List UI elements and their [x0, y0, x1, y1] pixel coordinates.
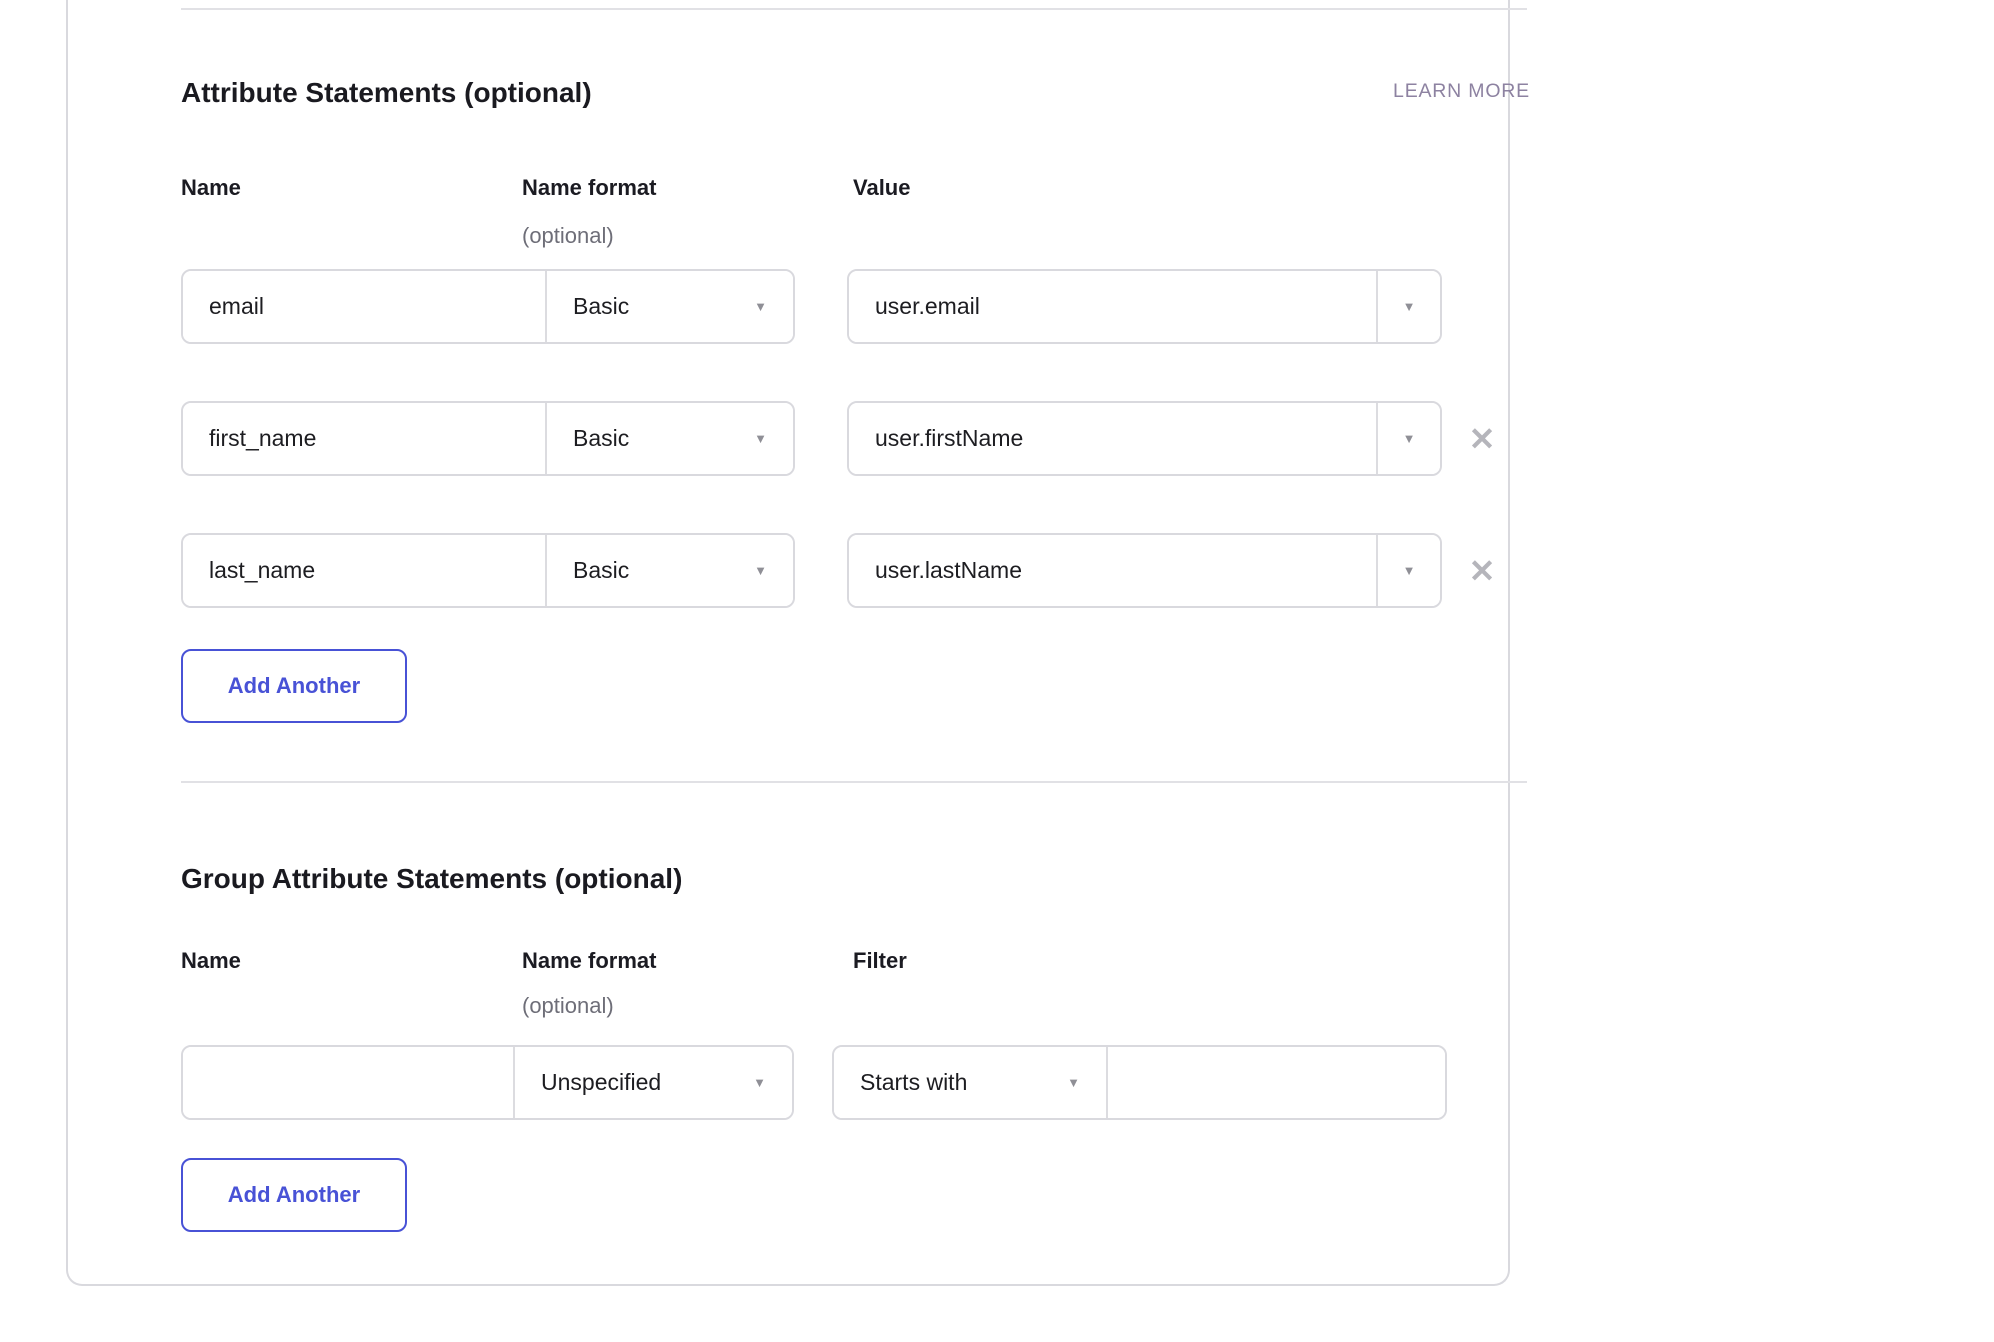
name-format-group: last_name Basic ▼ — [181, 533, 795, 608]
column-header-name: Name — [181, 174, 241, 202]
attribute-name-input[interactable]: email — [183, 271, 545, 342]
value-dropdown-toggle[interactable]: ▼ — [1376, 271, 1440, 342]
value-combobox: user.lastName ▼ — [847, 533, 1442, 608]
attribute-row: last_name Basic ▼ user.lastName ▼ ✕ — [68, 533, 1508, 608]
column-header-filter: Filter — [853, 947, 907, 975]
filter-value-input[interactable] — [1108, 1047, 1445, 1118]
group-attribute-row: Unspecified ▼ Starts with ▼ — [68, 1045, 1508, 1120]
column-header-name-format: Name format — [522, 174, 656, 202]
attribute-statements-title: Attribute Statements (optional) — [181, 76, 592, 110]
name-format-select[interactable]: Basic ▼ — [545, 271, 793, 342]
remove-row-button[interactable]: ✕ — [1460, 549, 1504, 593]
saml-settings-page: Attribute Statements (optional) LEARN MO… — [0, 0, 1994, 1342]
attribute-name-input[interactable]: first_name — [183, 403, 545, 474]
name-format-select[interactable]: Basic ▼ — [545, 535, 793, 606]
group-name-format-group: Unspecified ▼ — [181, 1045, 794, 1120]
settings-card: Attribute Statements (optional) LEARN MO… — [66, 0, 1510, 1286]
attribute-name-input[interactable]: last_name — [183, 535, 545, 606]
chevron-down-icon: ▼ — [1403, 300, 1416, 313]
filter-type-select-value: Starts with — [860, 1069, 967, 1096]
name-format-select-value: Basic — [573, 293, 629, 320]
name-format-group: first_name Basic ▼ — [181, 401, 795, 476]
add-another-attribute-button[interactable]: Add Another — [181, 649, 407, 723]
chevron-down-icon: ▼ — [754, 564, 767, 577]
value-dropdown-toggle[interactable]: ▼ — [1376, 403, 1440, 474]
close-icon: ✕ — [1469, 423, 1496, 455]
filter-type-select[interactable]: Starts with ▼ — [834, 1047, 1108, 1118]
group-attribute-statements-title: Group Attribute Statements (optional) — [181, 862, 682, 896]
close-icon: ✕ — [1469, 555, 1496, 587]
chevron-down-icon: ▼ — [753, 1076, 766, 1089]
value-combobox: user.firstName ▼ — [847, 401, 1442, 476]
chevron-down-icon: ▼ — [1403, 432, 1416, 445]
group-name-format-select-value: Unspecified — [541, 1069, 661, 1096]
learn-more-link[interactable]: LEARN MORE — [1364, 80, 1530, 103]
value-dropdown-toggle[interactable]: ▼ — [1376, 535, 1440, 606]
section-divider — [181, 781, 1527, 783]
remove-row-button[interactable]: ✕ — [1460, 417, 1504, 461]
attribute-value-input[interactable]: user.lastName — [849, 535, 1376, 606]
group-name-input[interactable] — [183, 1047, 513, 1118]
chevron-down-icon: ▼ — [754, 300, 767, 313]
name-format-select-value: Basic — [573, 557, 629, 584]
value-combobox: user.email ▼ — [847, 269, 1442, 344]
column-header-value: Value — [853, 174, 910, 202]
column-header-name-format: Name format — [522, 947, 656, 975]
name-format-group: email Basic ▼ — [181, 269, 795, 344]
add-another-group-attribute-button[interactable]: Add Another — [181, 1158, 407, 1232]
chevron-down-icon: ▼ — [754, 432, 767, 445]
name-format-select[interactable]: Basic ▼ — [545, 403, 793, 474]
chevron-down-icon: ▼ — [1067, 1076, 1080, 1089]
group-name-format-select[interactable]: Unspecified ▼ — [513, 1047, 792, 1118]
attribute-row: first_name Basic ▼ user.firstName ▼ ✕ — [68, 401, 1508, 476]
column-header-name: Name — [181, 947, 241, 975]
name-format-select-value: Basic — [573, 425, 629, 452]
column-note-optional: (optional) — [522, 992, 614, 1020]
group-filter-group: Starts with ▼ — [832, 1045, 1447, 1120]
attribute-row: email Basic ▼ user.email ▼ — [68, 269, 1508, 344]
attribute-value-input[interactable]: user.email — [849, 271, 1376, 342]
section-divider-top — [181, 8, 1527, 10]
chevron-down-icon: ▼ — [1403, 564, 1416, 577]
attribute-value-input[interactable]: user.firstName — [849, 403, 1376, 474]
column-note-optional: (optional) — [522, 222, 614, 250]
